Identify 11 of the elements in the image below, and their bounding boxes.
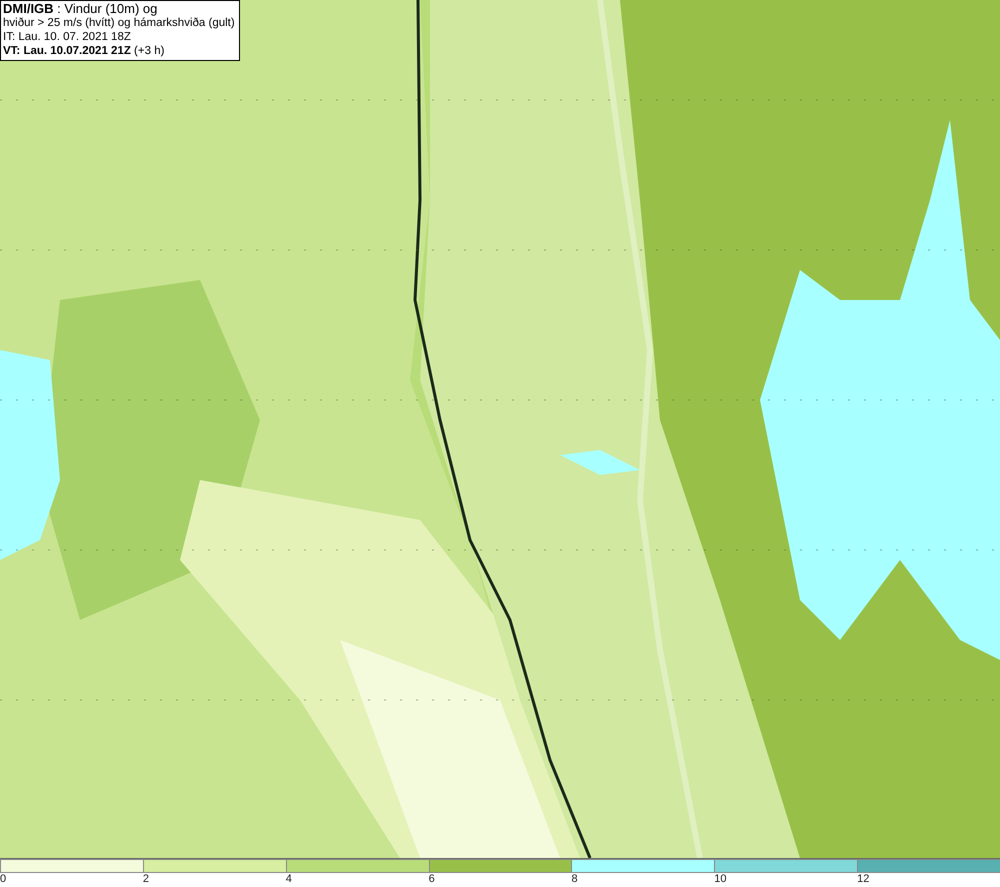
caption-line: hviður > 25 m/s (hvítt) og hámarkshviða (gult) — [3, 16, 235, 30]
caption-line: VT: Lau. 10.07.2021 21Z (+3 h) — [3, 44, 166, 58]
legend-tick-label: 8 — [571, 873, 578, 885]
legend-tick-label: 2 — [142, 873, 149, 885]
legend-tick-label: 4 — [286, 873, 292, 885]
legend-tick-label: 6 — [428, 873, 435, 885]
legend-tick-label: 0 — [0, 873, 6, 885]
legend-tick-label: 12 — [857, 873, 870, 885]
legend-tick-label: 10 — [714, 873, 727, 885]
caption-line: DMI/IGB : Vindur (10m) og — [3, 2, 158, 16]
caption-line: IT: Lau. 10. 07. 2021 18Z — [3, 30, 132, 44]
